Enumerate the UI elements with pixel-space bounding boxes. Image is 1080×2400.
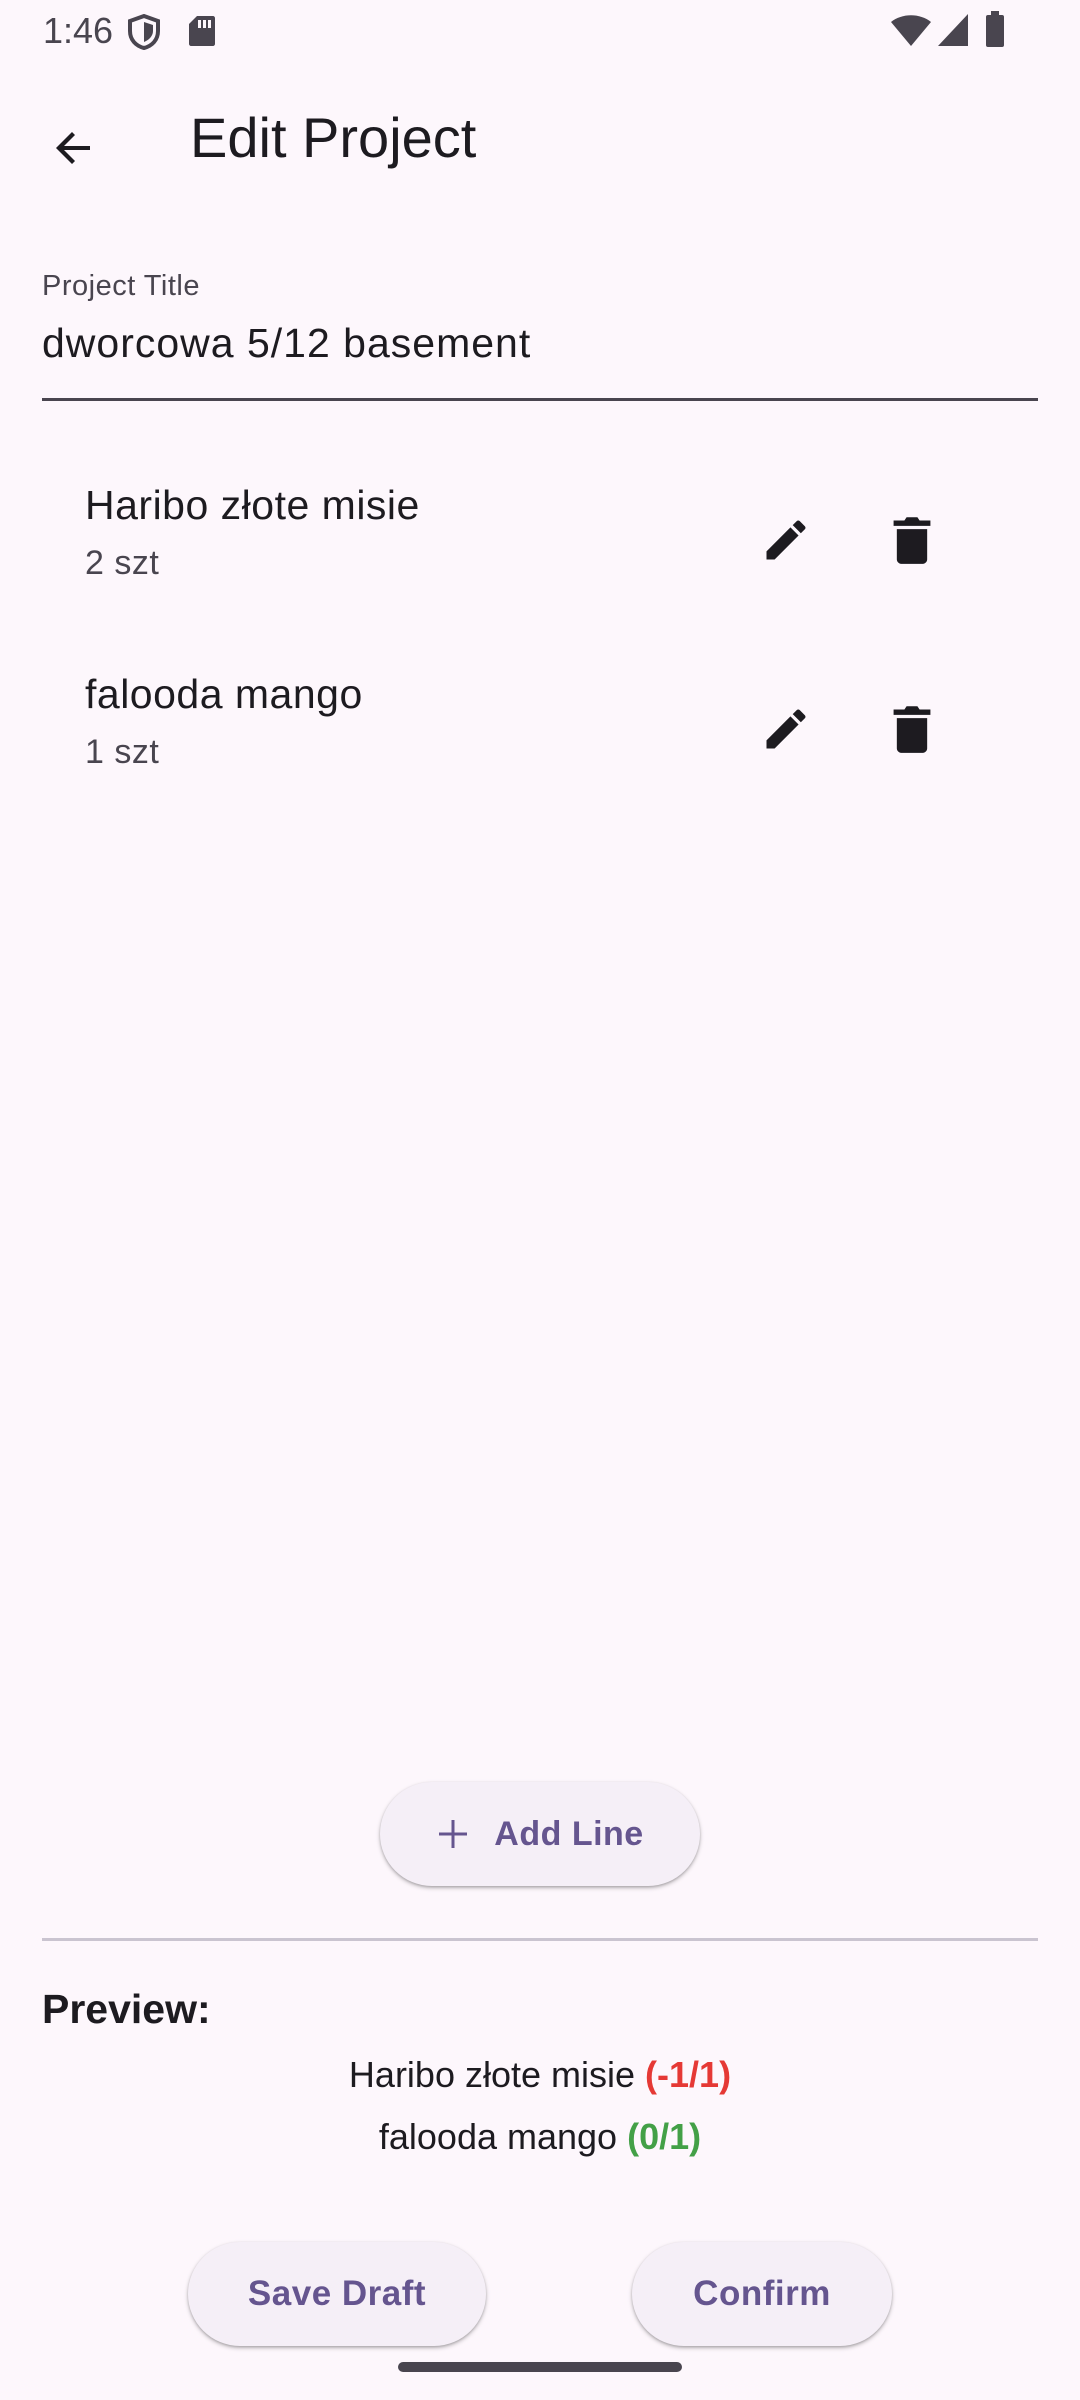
preview-item-name: falooda mango — [378, 2116, 618, 2157]
edit-item-button[interactable] — [738, 681, 834, 777]
page-title: Edit Project — [190, 106, 477, 169]
edit-project-screen: 1:46 Edit Project Project Title dworcowa… — [0, 0, 1080, 2400]
app-bar: Edit Project — [0, 62, 1080, 210]
project-title-input[interactable]: dworcowa 5/12 basement — [42, 320, 531, 367]
preview-item-name: Haribo złote misie — [348, 2054, 636, 2095]
list-item: falooda mango 1 szt — [0, 629, 1080, 818]
back-button[interactable] — [26, 100, 122, 196]
line-items-list: Haribo złote misie 2 szt falooda mango 1… — [0, 440, 1080, 818]
preview-item-status: (0/1) — [627, 2116, 702, 2157]
item-quantity: 1 szt — [85, 733, 160, 771]
item-name: Haribo złote misie — [85, 482, 420, 528]
arrow-back-icon — [56, 132, 90, 164]
delete-item-button[interactable] — [864, 681, 960, 777]
pencil-icon — [766, 520, 806, 560]
add-line-label: Add Line — [494, 1814, 644, 1853]
wifi-icon — [891, 15, 931, 46]
battery-icon — [986, 11, 1004, 47]
plus-icon — [439, 1820, 468, 1848]
item-quantity: 2 szt — [85, 544, 160, 582]
preview-list: Haribo złote misie (-1/1) falooda mango … — [0, 2052, 1080, 2176]
shield-icon — [128, 14, 160, 50]
preview-item-status: (-1/1) — [645, 2054, 732, 2095]
item-name: falooda mango — [85, 671, 363, 717]
list-item: Haribo złote misie 2 szt — [0, 440, 1080, 629]
status-time: 1:46 — [43, 10, 114, 51]
sd-card-icon — [189, 16, 215, 46]
delete-item-button[interactable] — [864, 492, 960, 588]
status-bar: 1:46 — [0, 0, 1080, 62]
preview-line: falooda mango (0/1) — [0, 2114, 1080, 2176]
gesture-bar[interactable] — [398, 2362, 682, 2372]
signal-icon — [938, 14, 968, 46]
project-title-field[interactable]: Project Title dworcowa 5/12 basement — [42, 262, 1038, 401]
save-draft-button[interactable]: Save Draft — [188, 2242, 486, 2346]
pencil-icon — [766, 709, 806, 749]
project-title-label: Project Title — [42, 270, 200, 302]
edit-item-button[interactable] — [738, 492, 834, 588]
confirm-button[interactable]: Confirm — [632, 2242, 892, 2346]
preview-heading: Preview: — [42, 1986, 211, 2032]
trash-icon — [893, 517, 931, 564]
divider — [42, 1938, 1038, 1941]
trash-icon — [893, 706, 931, 753]
add-line-button[interactable]: Add Line — [380, 1782, 700, 1886]
preview-line: Haribo złote misie (-1/1) — [0, 2052, 1080, 2114]
